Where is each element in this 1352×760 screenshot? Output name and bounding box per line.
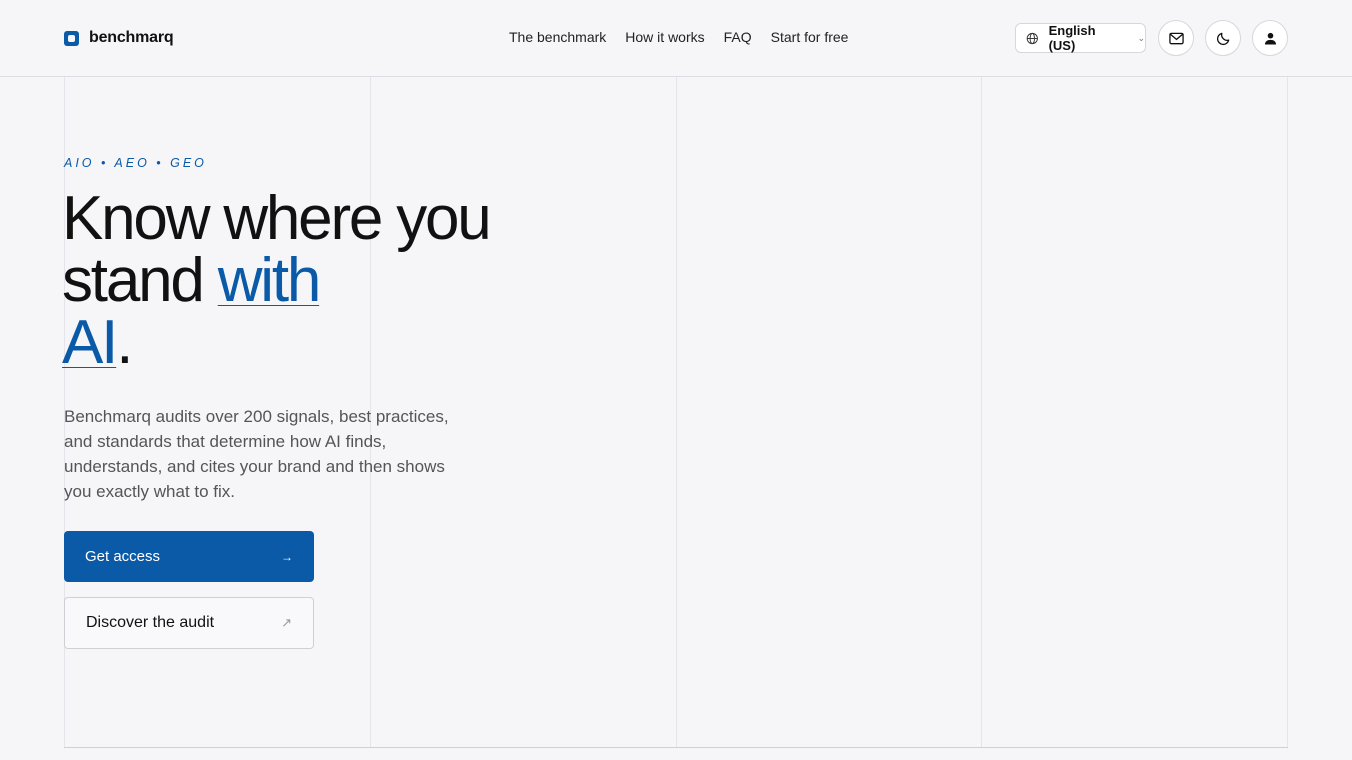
- get-access-button[interactable]: Get access →: [64, 531, 314, 582]
- logo-icon: [64, 30, 79, 46]
- headline-accent-ai: AI: [62, 308, 118, 377]
- grid-line: [676, 77, 677, 747]
- nav-item-start-free[interactable]: Start for free: [771, 29, 849, 45]
- headline-period: .: [116, 308, 133, 377]
- site-header: benchmarq The benchmark How it works FAQ…: [0, 0, 1352, 77]
- account-button[interactable]: [1252, 20, 1288, 56]
- nav-item-how-it-works[interactable]: How it works: [625, 29, 704, 45]
- moon-icon: [1216, 32, 1229, 45]
- globe-icon: [1026, 32, 1038, 44]
- language-select[interactable]: English (US) ⌄: [1015, 23, 1146, 53]
- arrow-right-icon: →: [281, 549, 293, 564]
- language-label: English (US): [1048, 23, 1096, 53]
- headline-accent: with: [217, 246, 322, 315]
- arrow-up-right-icon: ↗: [281, 615, 292, 630]
- hero-description: Benchmarq audits over 200 signals, best …: [64, 407, 449, 501]
- chevron-down-icon: ⌄: [1137, 32, 1145, 43]
- brand-name: benchmarq: [89, 29, 174, 46]
- hero-headline: Know where you stand with AI.: [62, 188, 542, 374]
- user-icon: [1264, 32, 1276, 45]
- contact-button[interactable]: [1158, 20, 1194, 56]
- nav-item-faq[interactable]: FAQ: [724, 29, 752, 45]
- brand-logo[interactable]: benchmarq: [64, 28, 174, 48]
- get-access-label: Get access: [85, 548, 161, 565]
- grid-line: [1287, 77, 1288, 747]
- nav-item-benchmark[interactable]: The benchmark: [509, 29, 606, 45]
- mail-icon: [1168, 32, 1184, 44]
- section-divider: [64, 747, 1288, 748]
- discover-audit-button[interactable]: Discover the audit ↗: [64, 597, 314, 649]
- grid-line: [981, 77, 982, 747]
- theme-toggle-button[interactable]: [1205, 20, 1241, 56]
- discover-audit-label: Discover the audit: [86, 614, 215, 631]
- hero-eyebrow: AIO • AEO • GEO: [64, 156, 207, 170]
- main-nav: The benchmark How it works FAQ Start for…: [509, 29, 848, 45]
